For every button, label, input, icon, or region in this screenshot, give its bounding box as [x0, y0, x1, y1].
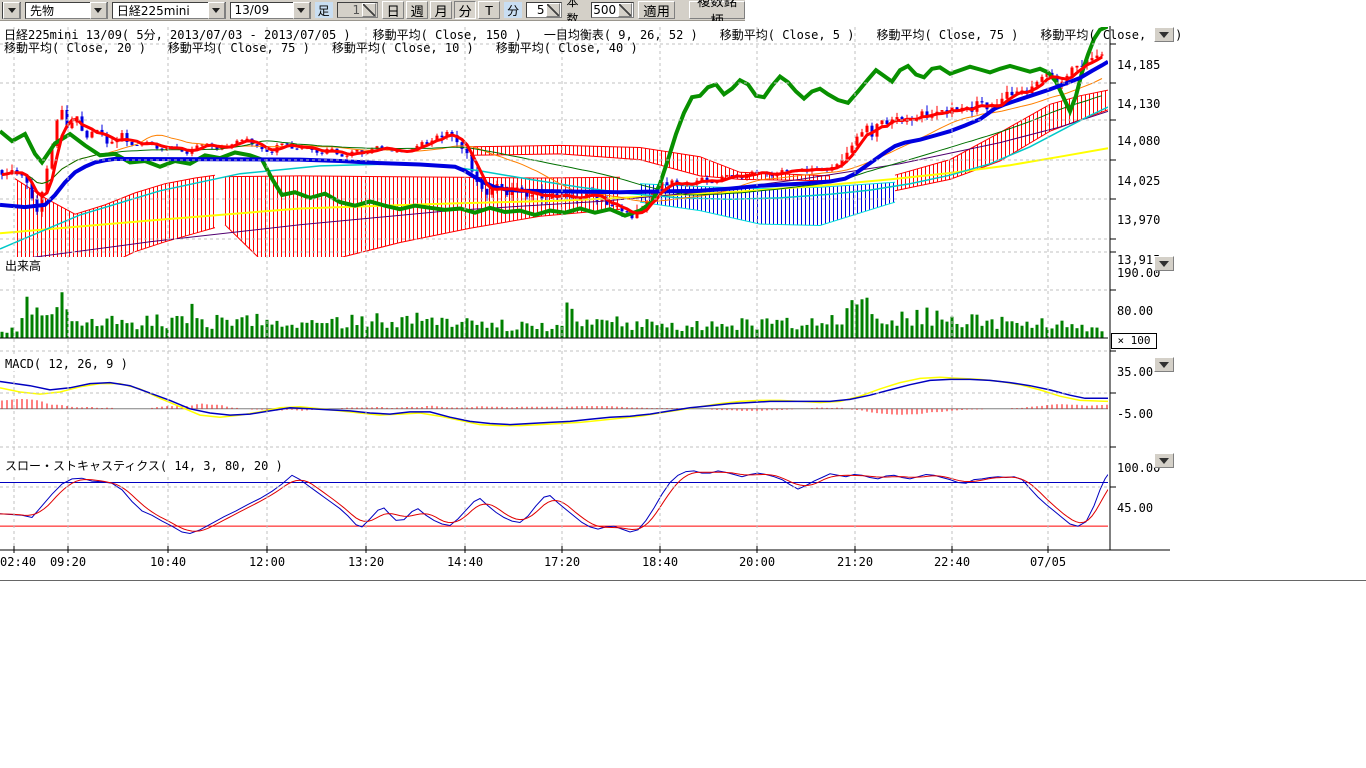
chevron-down-icon[interactable] [208, 2, 225, 19]
legend-item: 移動平均( Close, 5 ) [720, 28, 855, 42]
bar-label: 足 [315, 2, 333, 18]
y-axis-label: 80.00 [1117, 304, 1153, 318]
mini-dropdown[interactable] [2, 2, 21, 19]
x-axis-label: 22:40 [934, 555, 970, 569]
apply-button[interactable]: 適用 [638, 1, 675, 19]
period-button-T[interactable]: T [478, 1, 500, 19]
y-axis-label: 14,130 [1117, 97, 1160, 111]
contract-select[interactable]: 13/09 [230, 2, 311, 19]
chart-bottom-border [0, 580, 1366, 581]
y-axis-label: 14,025 [1117, 174, 1160, 188]
macd-panel-label: MACD( 12, 26, 9 ) [4, 357, 129, 371]
stoch-panel-label: スロー・ストキャスティクス( 14, 3, 80, 20 ) [4, 457, 284, 474]
x-axis-label: 09:20 [50, 555, 86, 569]
y-axis-label: 14,080 [1117, 134, 1160, 148]
chart-canvas[interactable] [0, 21, 1366, 581]
x-axis-label: 07/05 [1030, 555, 1066, 569]
period-button-日[interactable]: 日 [382, 1, 404, 19]
spinner-icon[interactable] [546, 3, 560, 17]
y-axis-label: 14,185 [1117, 58, 1160, 72]
multi-symbol-button[interactable]: 複数銘柄 [689, 1, 745, 19]
x-axis-label: 10:40 [150, 555, 186, 569]
toolbar: 先物 日経225mini 13/09 足 1 日週月分T 分 5 本数 500 … [0, 0, 745, 21]
trading-app-window: { "toolbar": { "mini_combo": "", "catego… [0, 0, 1366, 768]
x-axis-label: 02:40 [0, 555, 36, 569]
symbol-select-value: 日経225mini [117, 2, 190, 19]
symbol-select[interactable]: 日経225mini [112, 2, 226, 19]
chevron-down-icon[interactable] [90, 2, 107, 19]
x-axis-label: 17:20 [544, 555, 580, 569]
spinner-icon[interactable] [362, 3, 376, 17]
bar-interval-value: 1 [352, 3, 362, 17]
period-button-週[interactable]: 週 [406, 1, 428, 19]
count-value: 500 [593, 3, 618, 17]
period-button-月[interactable]: 月 [430, 1, 452, 19]
price-scale-dropdown-button[interactable] [1154, 27, 1174, 42]
chart-area[interactable]: 日経225mini 13/09( 5分, 2013/07/03 - 2013/0… [0, 21, 1366, 581]
category-select[interactable]: 先物 [25, 2, 108, 19]
y-axis-label: 45.00 [1117, 501, 1153, 515]
count-stepper[interactable]: 500 [591, 2, 634, 18]
contract-select-value: 13/09 [235, 3, 270, 17]
x-axis-label: 12:00 [249, 555, 285, 569]
y-axis-label: -5.00 [1117, 407, 1153, 421]
chart-legend-line2: 移動平均( Close, 20 ) 移動平均( Close, 75 ) 移動平均( … [4, 39, 660, 56]
minute-value: 5 [537, 3, 547, 17]
x-axis-label: 14:40 [447, 555, 483, 569]
stoch-scale-dropdown-button[interactable] [1154, 453, 1174, 468]
category-select-value: 先物 [30, 2, 54, 19]
volume-panel-label: 出来高 [4, 257, 42, 274]
legend-item: 移動平均( Close, 40 ) [496, 41, 638, 55]
chevron-down-icon[interactable] [293, 2, 310, 19]
chevron-down-icon[interactable] [3, 2, 20, 19]
legend-item: 移動平均( Close, 10 ) [332, 41, 474, 55]
y-axis-label: 35.00 [1117, 365, 1153, 379]
volume-scale-dropdown-button[interactable] [1154, 256, 1174, 271]
legend-item: 移動平均( Close, 75 ) [876, 28, 1018, 42]
bar-interval-stepper[interactable]: 1 [337, 2, 378, 18]
period-button-分[interactable]: 分 [454, 1, 476, 19]
legend-item: 移動平均( Close, 20 ) [4, 41, 146, 55]
volume-multiplier-badge: × 100 [1111, 333, 1157, 349]
spinner-icon[interactable] [618, 3, 632, 17]
x-axis-label: 13:20 [348, 555, 384, 569]
x-axis-label: 18:40 [642, 555, 678, 569]
legend-item: 移動平均( Close, 75 ) [168, 41, 310, 55]
period-buttons: 日週月分T [382, 1, 500, 19]
x-axis-label: 20:00 [739, 555, 775, 569]
minute-label: 分 [504, 2, 522, 18]
minute-stepper[interactable]: 5 [526, 2, 562, 18]
y-axis-label: 13,970 [1117, 213, 1160, 227]
macd-scale-dropdown-button[interactable] [1154, 357, 1174, 372]
x-axis-label: 21:20 [837, 555, 873, 569]
